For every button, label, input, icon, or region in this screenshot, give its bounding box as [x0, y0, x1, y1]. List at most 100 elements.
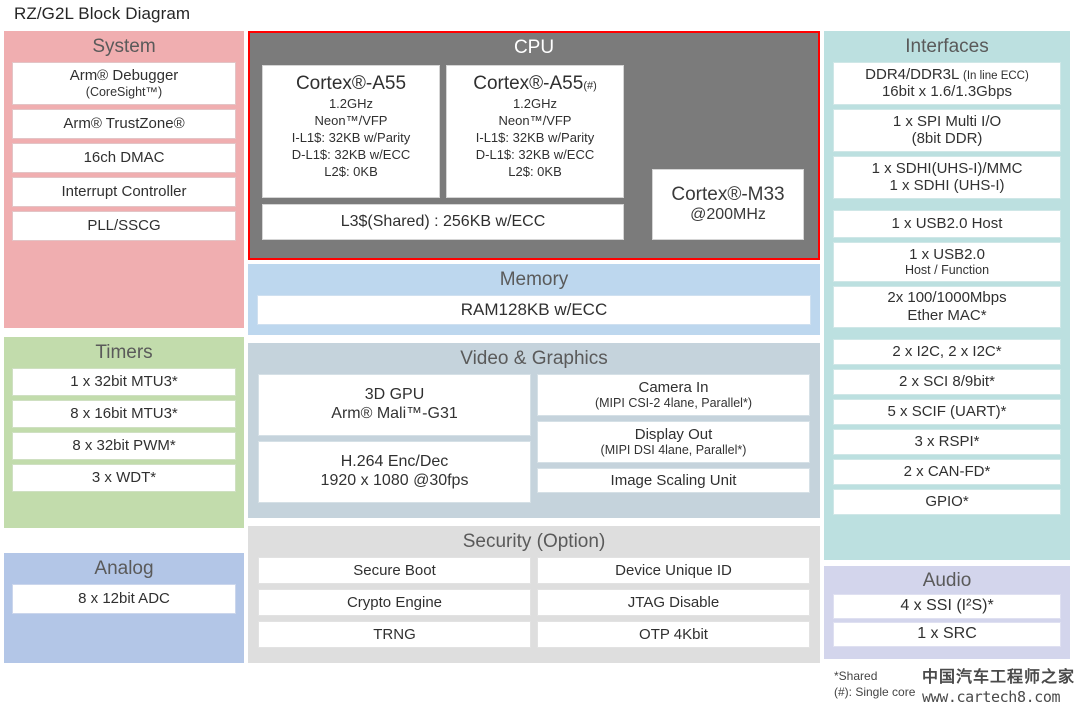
list-item[interactable]: 2 x I2C, 2 x I2C* — [833, 338, 1061, 365]
item-label: 1 x SPI Multi I/O — [892, 112, 1002, 130]
list-item[interactable]: Camera In (MIPI CSI-2 4lane, Parallel*) — [537, 373, 810, 416]
list-item[interactable]: Display Out (MIPI DSI 4lane, Parallel*) — [537, 420, 810, 463]
list-item[interactable]: 1 x SPI Multi I/O (8bit DDR) — [833, 108, 1061, 152]
item-sublabel: Ether MAC* — [907, 306, 987, 324]
list-item[interactable]: TRNG — [258, 620, 531, 648]
core-spec: D-L1$: 32KB w/ECC — [291, 147, 411, 163]
core-spec: 1.2GHz — [512, 95, 558, 111]
list-item[interactable]: 8 x 12bit ADC — [12, 583, 236, 614]
core-name: Cortex®-A55(#) — [473, 73, 597, 95]
security-left-column: Secure Boot Crypto Engine TRNG — [258, 556, 531, 648]
list-item[interactable]: Device Unique ID — [537, 556, 810, 584]
group-divider — [824, 328, 1070, 339]
list-item[interactable]: 3 x RSPI* — [833, 428, 1061, 455]
list-item[interactable]: RAM128KB w/ECC — [257, 294, 811, 325]
security-columns: Secure Boot Crypto Engine TRNG Device Un… — [248, 556, 820, 657]
list-item[interactable]: DDR4/DDR3L (In line ECC) 16bit x 1.6/1.3… — [833, 61, 1061, 105]
list-item[interactable]: OTP 4Kbit — [537, 620, 810, 648]
core-spec: I-L1$: 32KB w/Parity — [291, 130, 411, 146]
list-item[interactable]: 1 x SDHI(UHS-I)/MMC 1 x SDHI (UHS-I) — [833, 155, 1061, 199]
item-label: PLL/SSCG — [87, 217, 161, 234]
list-item[interactable]: GPIO* — [833, 488, 1061, 515]
item-sublabel: Arm® Mali™-G31 — [331, 404, 458, 422]
item-label: H.264 Enc/Dec — [340, 452, 449, 470]
list-item[interactable]: 2 x SCI 8/9bit* — [833, 368, 1061, 395]
list-item[interactable]: 1 x 32bit MTU3* — [12, 367, 236, 396]
item-label: 3 x WDT* — [91, 469, 157, 486]
list-item[interactable]: 2 x CAN-FD* — [833, 458, 1061, 485]
item-sublabel: (8bit DDR) — [911, 130, 983, 148]
list-item[interactable]: 8 x 16bit MTU3* — [12, 399, 236, 428]
panel-security: Security (Option) Secure Boot Crypto Eng… — [248, 526, 820, 663]
list-item[interactable]: Interrupt Controller — [12, 176, 236, 207]
list-item[interactable]: 8 x 32bit PWM* — [12, 431, 236, 460]
core-clock: @200MHz — [690, 206, 766, 224]
item-sublabel: (CoreSight™) — [85, 84, 163, 99]
item-label: 2 x SCI 8/9bit* — [899, 373, 995, 390]
list-item[interactable]: H.264 Enc/Dec 1920 x 1080 @30fps — [258, 440, 531, 503]
cpu-core-m33[interactable]: Cortex®-M33 @200MHz — [652, 168, 804, 240]
item-label: OTP 4Kbit — [639, 625, 708, 643]
list-item[interactable]: Image Scaling Unit — [537, 467, 810, 493]
panel-title-audio: Audio — [922, 570, 972, 591]
item-label-text: DDR4/DDR3L — [865, 65, 959, 83]
panel-title-cpu: CPU — [513, 37, 555, 58]
cpu-core-a55-1[interactable]: Cortex®-A55(#) 1.2GHz Neon™/VFP I-L1$: 3… — [446, 64, 624, 198]
list-item[interactable]: 1 x USB2.0 Host — [833, 209, 1061, 238]
item-label: DDR4/DDR3L (In line ECC) — [865, 66, 1029, 84]
system-item-list: Arm® Debugger (CoreSight™) Arm® TrustZon… — [4, 61, 244, 249]
list-item[interactable]: 3 x WDT* — [12, 463, 236, 492]
list-item[interactable]: 1 x USB2.0 Host / Function — [833, 241, 1061, 282]
footnote-single-core: (#): Single core — [834, 685, 916, 700]
list-item[interactable]: JTAG Disable — [537, 588, 810, 616]
list-item[interactable]: 1 x SRC — [833, 621, 1061, 647]
panel-audio: Audio 4 x SSI (I²S)* 1 x SRC — [824, 566, 1070, 659]
cpu-core-a55-0[interactable]: Cortex®-A55 1.2GHz Neon™/VFP I-L1$: 32KB… — [262, 64, 440, 198]
timers-item-list: 1 x 32bit MTU3* 8 x 16bit MTU3* 8 x 32bi… — [4, 367, 244, 500]
panel-title-system: System — [92, 36, 156, 57]
list-item[interactable]: Crypto Engine — [258, 588, 531, 616]
item-label: Crypto Engine — [346, 593, 443, 611]
list-item[interactable]: 3D GPU Arm® Mali™-G31 — [258, 373, 531, 436]
list-item[interactable]: Secure Boot — [258, 556, 531, 584]
item-label: 3D GPU — [364, 385, 425, 403]
cpu-l3-cache[interactable]: L3$(Shared) : 256KB w/ECC — [262, 203, 624, 240]
watermark-chinese-text: 中国汽车工程师之家 — [922, 667, 1076, 686]
item-label: Camera In — [638, 378, 709, 396]
list-item[interactable]: 5 x SCIF (UART)* — [833, 398, 1061, 425]
core-name: Cortex®-M33 — [671, 184, 785, 206]
list-item[interactable]: 2x 100/1000Mbps Ether MAC* — [833, 285, 1061, 328]
panel-timers: Timers 1 x 32bit MTU3* 8 x 16bit MTU3* 8… — [4, 337, 244, 528]
footnotes: *Shared (#): Single core — [834, 668, 915, 700]
list-item[interactable]: Arm® Debugger (CoreSight™) — [12, 61, 236, 105]
item-sublabel: (MIPI DSI 4lane, Parallel*) — [600, 443, 747, 458]
panel-system: System Arm® Debugger (CoreSight™) Arm® T… — [4, 31, 244, 328]
core-spec: Neon™/VFP — [498, 113, 572, 128]
core-spec: I-L1$: 32KB w/Parity — [475, 130, 595, 146]
item-label: 1 x USB2.0 — [909, 245, 985, 263]
list-item[interactable]: 16ch DMAC — [12, 142, 236, 173]
panel-title-timers: Timers — [95, 342, 153, 363]
item-label: Arm® TrustZone® — [63, 115, 185, 132]
item-label: 4 x SSI (I²S)* — [900, 596, 994, 614]
interfaces-group-serial: 2 x I2C, 2 x I2C* 2 x SCI 8/9bit* 5 x SC… — [824, 338, 1070, 515]
panel-title-video: Video & Graphics — [460, 348, 608, 369]
interfaces-group-memory-storage: DDR4/DDR3L (In line ECC) 16bit x 1.6/1.3… — [824, 61, 1070, 199]
page-title: RZ/G2L Block Diagram — [14, 4, 191, 23]
item-label-note: (In line ECC) — [962, 69, 1029, 82]
core-spec: L2$: 0KB — [508, 164, 562, 180]
item-label: Image Scaling Unit — [610, 471, 737, 489]
item-label: 3 x RSPI* — [914, 433, 980, 450]
item-label: 8 x 32bit PWM* — [72, 437, 176, 454]
list-item[interactable]: Arm® TrustZone® — [12, 108, 236, 139]
memory-item-list: RAM128KB w/ECC — [248, 294, 820, 333]
item-sublabel: Host / Function — [904, 263, 990, 278]
list-item[interactable]: 4 x SSI (I²S)* — [833, 593, 1061, 619]
item-label: Secure Boot — [353, 561, 436, 579]
panel-title-security: Security (Option) — [462, 531, 606, 552]
panel-memory: Memory RAM128KB w/ECC — [248, 264, 820, 335]
list-item[interactable]: PLL/SSCG — [12, 210, 236, 241]
watermark-url: www.cartech8.com — [922, 688, 1061, 706]
panel-cpu: CPU Cortex®-A55 1.2GHz Neon™/VFP I-L1$: … — [248, 31, 820, 260]
panel-interfaces: Interfaces DDR4/DDR3L (In line ECC) 16bi… — [824, 31, 1070, 560]
